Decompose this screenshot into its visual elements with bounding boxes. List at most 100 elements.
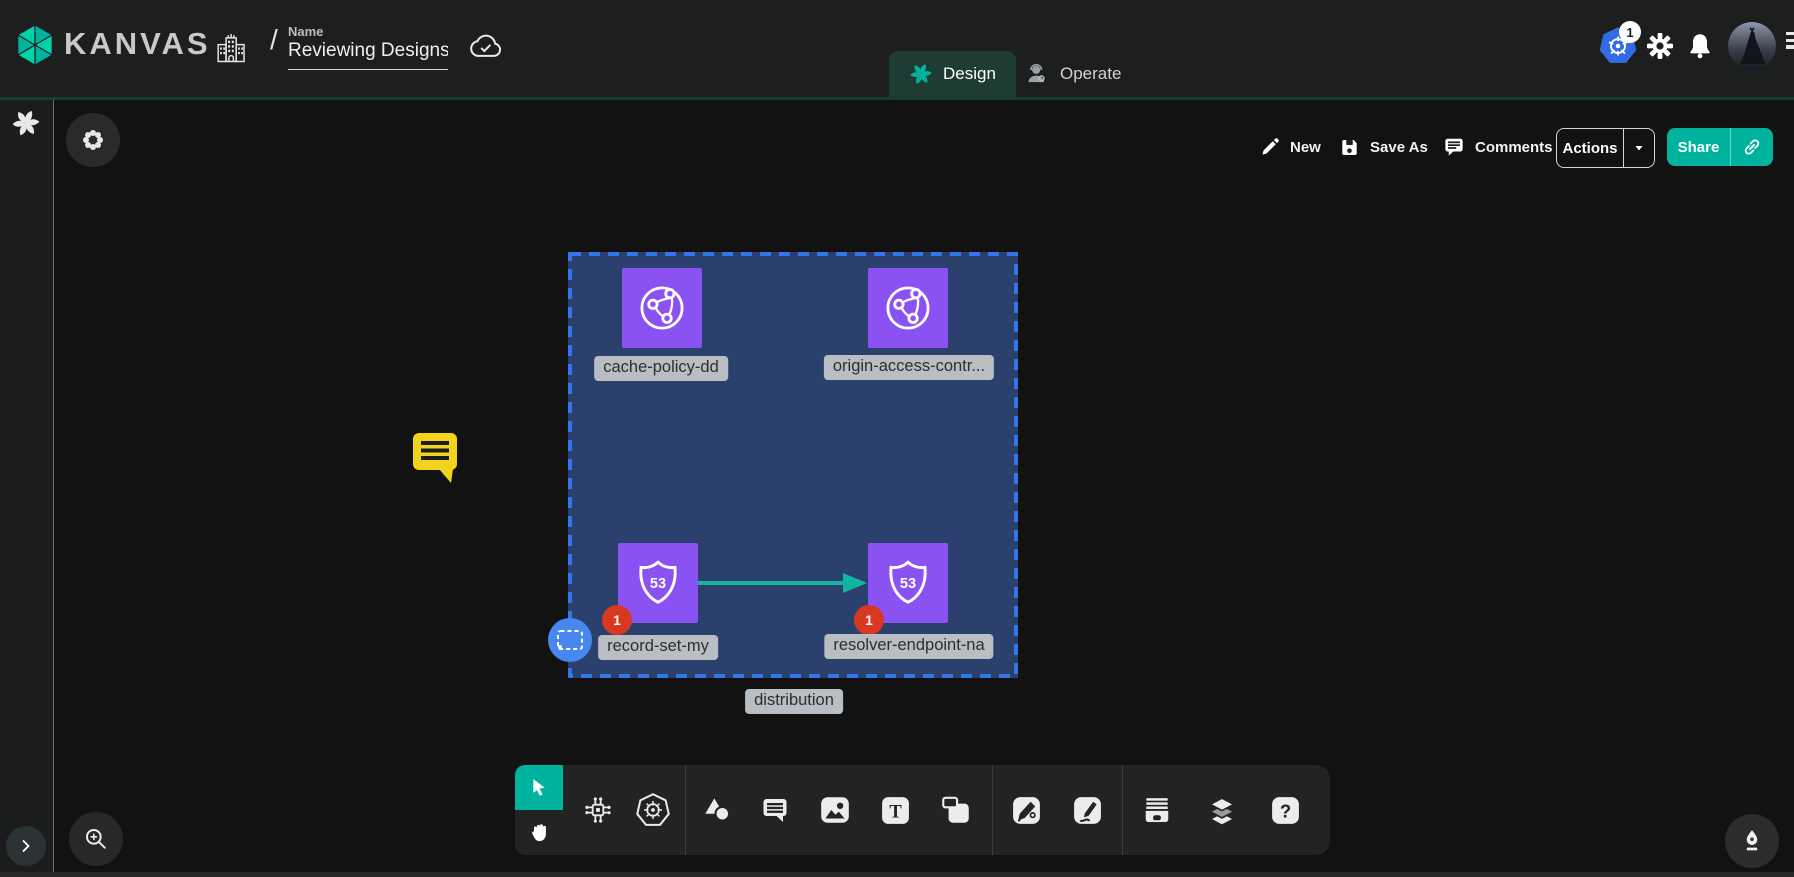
save-as-button-label: Save As	[1370, 139, 1428, 156]
marquee-rect-icon	[556, 629, 584, 651]
canvas-widget-button[interactable]	[66, 113, 120, 167]
tab-design[interactable]: Design	[889, 51, 1016, 97]
layers-tool[interactable]	[1200, 788, 1244, 832]
comment-bubble-icon	[759, 794, 791, 826]
avatar-image	[1728, 22, 1776, 70]
share-button[interactable]: Share	[1667, 128, 1773, 166]
node-origin-access-control[interactable]	[868, 268, 948, 348]
sidebar-meshery-button[interactable]	[11, 108, 41, 138]
help-icon: ?	[1269, 794, 1302, 827]
design-name-label: Name	[288, 24, 323, 39]
kanvas-app: KANVAS	[0, 0, 1794, 877]
select-tool[interactable]	[515, 765, 563, 810]
tab-operate[interactable]: Operate	[1004, 51, 1141, 97]
selection-group-distribution[interactable]: cache-policy-dd origin-access-contr... 5…	[568, 252, 1018, 678]
route53-shield-number: 53	[900, 576, 916, 592]
hand-pan-icon	[527, 820, 552, 845]
help-glyph: ?	[1279, 800, 1290, 821]
cloud-saved-indicator	[466, 28, 504, 66]
node-cache-policy[interactable]	[622, 268, 702, 348]
design-name-input[interactable]	[288, 40, 448, 70]
logo-wordmark: KANVAS	[64, 26, 211, 62]
shapes-icon	[700, 793, 734, 827]
meshery-swirl-icon	[11, 108, 41, 138]
route53-shield-icon: 53	[632, 557, 684, 609]
copy-link-button[interactable]	[1730, 128, 1773, 166]
note-tool[interactable]	[934, 788, 978, 832]
help-tool[interactable]: ?	[1263, 788, 1307, 832]
node-label-origin-access-control: origin-access-contr...	[824, 355, 994, 380]
archive-drawer-icon	[1139, 792, 1175, 828]
tab-operate-label: Operate	[1060, 64, 1121, 84]
text-icon: T	[879, 794, 912, 827]
dock-divider	[992, 765, 993, 855]
actions-caret[interactable]	[1623, 129, 1654, 167]
header: KANVAS	[0, 0, 1794, 100]
cloudfront-globe-icon	[634, 280, 690, 336]
floppy-save-icon	[1338, 136, 1361, 159]
window-bottom-edge	[0, 872, 1794, 877]
shapes-tool[interactable]	[695, 788, 739, 832]
kubernetes-helm-icon	[635, 792, 671, 828]
zoom-button[interactable]	[69, 812, 123, 866]
pen-path-icon	[1010, 794, 1043, 827]
operator-headset-icon	[1024, 61, 1050, 87]
annotate-pen-button[interactable]	[1725, 814, 1779, 868]
organization-building-icon	[212, 30, 248, 66]
route53-shield-icon: 53	[882, 557, 934, 609]
circuit-component-icon	[581, 793, 615, 827]
comment-bubble-icon	[1442, 135, 1466, 159]
archive-tool[interactable]	[1135, 788, 1179, 832]
comment-tool[interactable]	[753, 788, 797, 832]
pencil-new-icon	[1259, 136, 1281, 158]
kubernetes-tool[interactable]	[631, 788, 675, 832]
menu-icon[interactable]	[1786, 32, 1794, 49]
actions-dropdown-button[interactable]: Actions	[1556, 128, 1655, 168]
notifications-button[interactable]	[1685, 31, 1715, 61]
dock-select-column	[515, 765, 563, 855]
left-sidebar	[0, 100, 54, 877]
meshery-swirl-icon	[909, 62, 933, 86]
cloud-saved-icon	[466, 28, 504, 66]
error-badge-resolver-endpoint[interactable]: 1	[854, 605, 884, 635]
text-tool[interactable]: T	[873, 788, 917, 832]
chevron-down-icon	[1632, 141, 1646, 155]
notifications-bell-icon	[1685, 31, 1715, 61]
node-label-cache-policy: cache-policy-dd	[594, 356, 728, 381]
component-tool[interactable]	[576, 788, 620, 832]
layers-icon	[1204, 792, 1240, 828]
actions-button-label: Actions	[1557, 129, 1623, 167]
node-record-set[interactable]: 53	[618, 543, 698, 623]
selection-left-handle[interactable]	[548, 618, 592, 662]
pan-tool[interactable]	[515, 810, 563, 855]
user-avatar[interactable]	[1728, 22, 1776, 70]
organization-button[interactable]	[212, 30, 248, 66]
text-tool-glyph: T	[889, 801, 902, 822]
route53-shield-number: 53	[650, 576, 666, 592]
edge-record-set-to-resolver[interactable]	[695, 570, 875, 596]
settings-gear-icon	[1644, 30, 1676, 62]
dock-toolbar: T	[563, 765, 1330, 855]
sidebar-expand-button[interactable]	[6, 826, 46, 866]
kanvas-logo[interactable]	[12, 22, 58, 68]
kubernetes-context-badge: 1	[1619, 21, 1641, 43]
new-button[interactable]: New	[1253, 128, 1327, 166]
draw-tool[interactable]	[1065, 788, 1109, 832]
cursor-icon	[526, 775, 552, 801]
pen-tool[interactable]	[1004, 788, 1048, 832]
node-label-record-set: record-set-my	[598, 635, 718, 660]
image-tool[interactable]	[813, 788, 857, 832]
settings-button[interactable]	[1644, 30, 1676, 62]
tab-design-label: Design	[943, 64, 996, 84]
comments-button[interactable]: Comments	[1436, 128, 1559, 166]
error-badge-record-set[interactable]: 1	[602, 605, 632, 635]
dock-divider	[1122, 765, 1123, 855]
node-label-resolver-endpoint: resolver-endpoint-na	[824, 634, 993, 659]
group-label-distribution: distribution	[745, 689, 843, 714]
link-icon	[1741, 136, 1763, 158]
comment-marker-icon	[411, 430, 461, 486]
comment-marker[interactable]	[411, 430, 461, 486]
note-icon	[939, 793, 973, 827]
save-as-button[interactable]: Save As	[1332, 128, 1434, 166]
flower-widget-icon	[78, 125, 108, 155]
